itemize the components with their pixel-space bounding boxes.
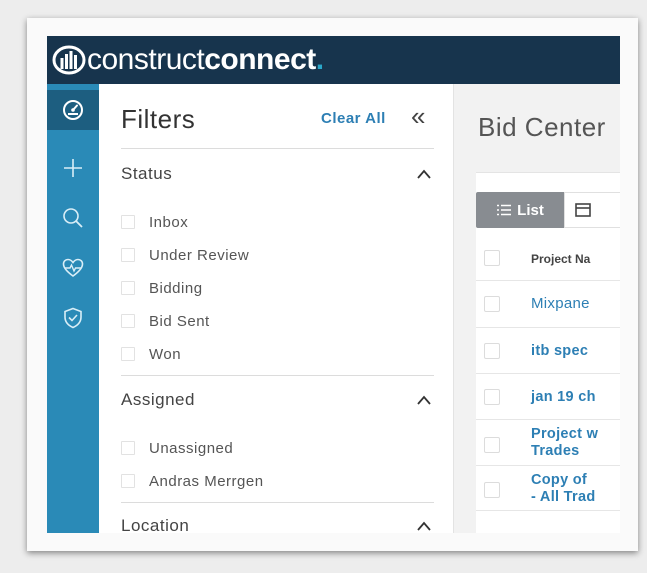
rail-item-shield[interactable]: [47, 298, 99, 338]
assigned-section-title: Assigned: [121, 390, 195, 409]
main-content: Bid Center List Project Na Mixpane itb s…: [454, 84, 620, 533]
status-option-inbox[interactable]: Inbox: [121, 211, 188, 233]
checkbox[interactable]: [121, 248, 135, 262]
list-view-button[interactable]: List: [476, 192, 564, 228]
status-option-bidding[interactable]: Bidding: [121, 277, 203, 299]
project-name-line: - All Trad: [531, 489, 596, 505]
row-checkbox[interactable]: [484, 389, 500, 405]
location-section-title: Location: [121, 516, 190, 533]
option-label: Unassigned: [149, 439, 234, 457]
chevron-up-icon[interactable]: [415, 168, 433, 180]
divider: [121, 148, 434, 149]
dashboard-icon: [63, 100, 83, 120]
option-label: Andras Merrgen: [149, 472, 264, 490]
chevron-up-icon[interactable]: [415, 520, 433, 532]
table-row-project-link[interactable]: Project w Trades: [531, 426, 598, 460]
table-row-project-link[interactable]: Mixpane: [531, 295, 590, 312]
row-checkbox[interactable]: [484, 296, 500, 312]
filters-title: Filters: [121, 104, 196, 134]
row-divider: [476, 373, 620, 374]
checkbox[interactable]: [121, 441, 135, 455]
table-row-project-link[interactable]: Copy of - All Trad: [531, 472, 596, 506]
status-option-bid-sent[interactable]: Bid Sent: [121, 310, 210, 332]
rail-item-add[interactable]: [47, 148, 99, 188]
row-divider: [476, 465, 620, 466]
table-row-project-link[interactable]: jan 19 ch: [531, 389, 596, 405]
list-view-label: List: [517, 201, 544, 219]
rail-item-search[interactable]: [47, 198, 99, 238]
project-name-line: Project w: [531, 426, 599, 442]
calendar-view-button[interactable]: [564, 192, 620, 228]
collapse-filters-button[interactable]: «: [411, 103, 425, 129]
top-bar: construct connect .: [47, 36, 620, 84]
checkbox[interactable]: [121, 347, 135, 361]
row-divider: [476, 327, 620, 328]
calendar-icon: [575, 203, 591, 217]
rail-item-health[interactable]: [47, 248, 99, 288]
search-icon: [63, 208, 83, 228]
checkbox[interactable]: [121, 314, 135, 328]
brand-wordmark: construct connect .: [87, 43, 324, 77]
checkbox[interactable]: [121, 215, 135, 229]
row-divider: [476, 419, 620, 420]
row-checkbox[interactable]: [484, 343, 500, 359]
divider: [121, 375, 434, 376]
project-name-line: Copy of: [531, 472, 588, 488]
divider: [121, 502, 434, 503]
status-option-under-review[interactable]: Under Review: [121, 244, 249, 266]
select-all-checkbox[interactable]: [484, 250, 500, 266]
brand-wordmark-bold: connect: [204, 43, 316, 76]
assigned-option-unassigned[interactable]: Unassigned: [121, 437, 233, 459]
option-label: Bidding: [149, 279, 203, 297]
option-label: Bid Sent: [149, 312, 210, 330]
column-header-project-name[interactable]: Project Na: [531, 252, 590, 266]
plus-icon: [64, 159, 82, 177]
filters-panel: Filters Clear All « Status Inbox Under R…: [99, 84, 454, 533]
status-option-won[interactable]: Won: [121, 343, 181, 365]
table-row-project-link[interactable]: itb spec: [531, 343, 588, 359]
row-checkbox[interactable]: [484, 482, 500, 498]
page-title: Bid Center: [478, 112, 606, 142]
list-icon: [497, 204, 512, 216]
project-name-line: Trades: [531, 443, 580, 459]
rail-item-dashboard[interactable]: [47, 90, 99, 130]
clear-all-button[interactable]: Clear All: [321, 110, 386, 127]
assigned-option-andras-merrgen[interactable]: Andras Merrgen: [121, 470, 264, 492]
option-label: Inbox: [149, 213, 189, 231]
shield-check-icon: [64, 307, 82, 329]
status-section-title: Status: [121, 164, 173, 183]
row-divider: [476, 510, 620, 511]
brand-wordmark-dot: .: [315, 43, 324, 76]
option-label: Under Review: [149, 246, 250, 264]
brand-wordmark-light: construct: [87, 43, 205, 76]
row-divider: [476, 280, 620, 281]
checkbox[interactable]: [121, 474, 135, 488]
construct-connect-logo-icon[interactable]: [51, 42, 87, 78]
app-window: construct connect . Filters Clear All « …: [47, 36, 620, 533]
heart-pulse-icon: [62, 258, 84, 277]
row-checkbox[interactable]: [484, 437, 500, 453]
checkbox[interactable]: [121, 281, 135, 295]
chevron-up-icon[interactable]: [415, 394, 433, 406]
side-rail: [47, 84, 99, 533]
option-label: Won: [149, 345, 182, 363]
